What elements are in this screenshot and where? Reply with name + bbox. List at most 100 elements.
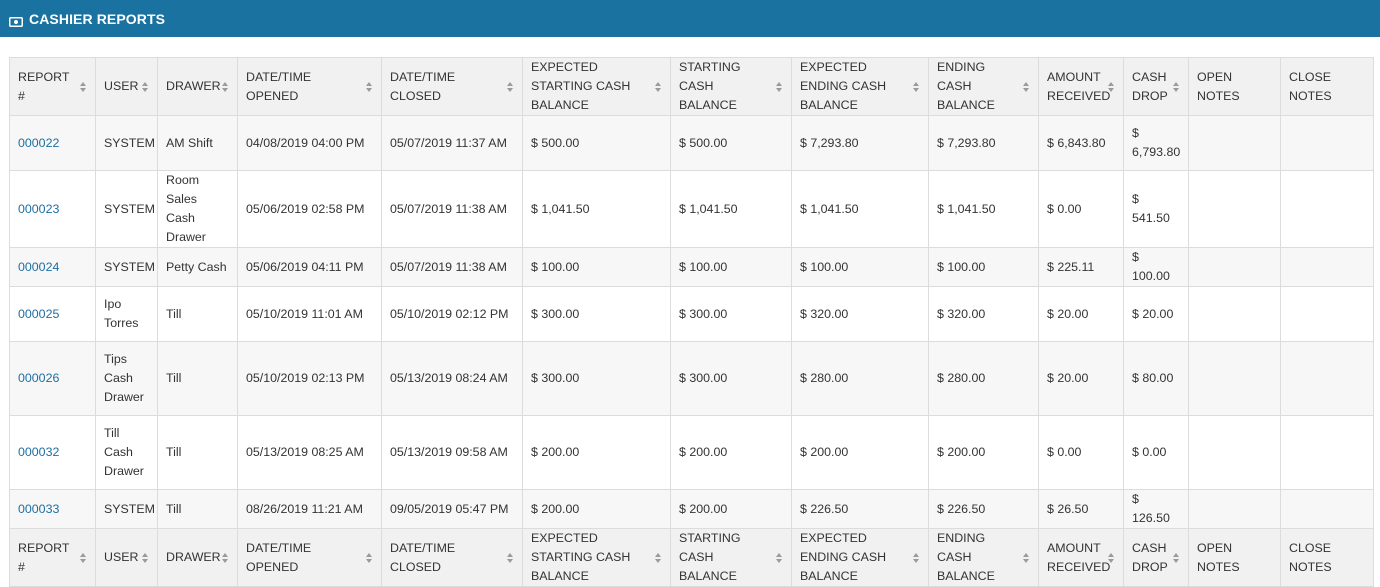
sort-icon <box>776 552 783 563</box>
sort-icon <box>1023 552 1030 563</box>
cashier-reports-table-container: REPORT # USER DRAWER DATE/TIME OPENED DA… <box>9 57 1374 587</box>
cell-report: 000024 <box>9 247 96 287</box>
col-footer-date-closed[interactable]: DATE/TIME CLOSED <box>381 528 523 587</box>
col-footer-amount-received[interactable]: AMOUNT RECEIVED <box>1038 528 1124 587</box>
table-row: 000022 SYSTEM AM Shift 04/08/2019 04:00 … <box>9 115 1374 171</box>
sort-icon <box>222 81 229 92</box>
cell-cash-drop: $ 6,793.80 <box>1123 115 1189 171</box>
cell-expected-ending: $ 200.00 <box>791 415 929 490</box>
cell-starting: $ 300.00 <box>670 341 792 416</box>
sort-icon <box>1023 81 1030 92</box>
col-header-report[interactable]: REPORT # <box>9 57 96 116</box>
cell-close-notes <box>1280 415 1374 490</box>
col-footer-ending[interactable]: ENDING CASH BALANCE <box>928 528 1039 587</box>
cell-user: Till Cash Drawer <box>95 415 158 490</box>
cell-ending: $ 280.00 <box>928 341 1039 416</box>
cell-closed: 05/13/2019 09:58 AM <box>381 415 523 490</box>
report-link[interactable]: 000023 <box>18 202 59 216</box>
sort-icon <box>1108 552 1115 563</box>
cell-amount-received: $ 225.11 <box>1038 247 1124 287</box>
col-footer-starting[interactable]: STARTING CASH BALANCE <box>670 528 792 587</box>
cell-starting: $ 1,041.50 <box>670 170 792 248</box>
table-footer-row: REPORT # USER DRAWER DATE/TIME OPENED DA… <box>9 528 1374 587</box>
cell-drawer: AM Shift <box>157 115 238 171</box>
col-footer-report[interactable]: REPORT # <box>9 528 96 587</box>
cell-opened: 05/10/2019 02:13 PM <box>237 341 382 416</box>
cell-close-notes <box>1280 286 1374 342</box>
cell-starting: $ 200.00 <box>670 415 792 490</box>
col-header-expected-ending[interactable]: EXPECTED ENDING CASH BALANCE <box>791 57 929 116</box>
cell-drawer: Till <box>157 286 238 342</box>
cell-expected-starting: $ 300.00 <box>522 286 671 342</box>
col-footer-drawer[interactable]: DRAWER <box>157 528 238 587</box>
cell-report: 000033 <box>9 489 96 529</box>
cell-open-notes <box>1188 286 1281 342</box>
cell-amount-received: $ 0.00 <box>1038 170 1124 248</box>
cell-cash-drop: $ 126.50 <box>1123 489 1189 529</box>
page-header: CASHIER REPORTS <box>0 0 1380 37</box>
cell-opened: 08/26/2019 11:21 AM <box>237 489 382 529</box>
cell-expected-starting: $ 300.00 <box>522 341 671 416</box>
col-header-amount-received[interactable]: AMOUNT RECEIVED <box>1038 57 1124 116</box>
col-footer-open-notes: OPEN NOTES <box>1188 528 1281 587</box>
table-row: 000025 Ipo Torres Till 05/10/2019 11:01 … <box>9 286 1374 342</box>
col-header-expected-starting[interactable]: EXPECTED STARTING CASH BALANCE <box>522 57 671 116</box>
sort-icon <box>507 552 514 563</box>
report-link[interactable]: 000022 <box>18 136 59 150</box>
cell-amount-received: $ 0.00 <box>1038 415 1124 490</box>
cell-user: Ipo Torres <box>95 286 158 342</box>
cell-opened: 04/08/2019 04:00 PM <box>237 115 382 171</box>
sort-icon <box>913 552 920 563</box>
cell-opened: 05/06/2019 04:11 PM <box>237 247 382 287</box>
cell-ending: $ 7,293.80 <box>928 115 1039 171</box>
col-header-starting[interactable]: STARTING CASH BALANCE <box>670 57 792 116</box>
col-header-ending[interactable]: ENDING CASH BALANCE <box>928 57 1039 116</box>
report-link[interactable]: 000032 <box>18 445 59 459</box>
cell-report: 000022 <box>9 115 96 171</box>
cell-opened: 05/06/2019 02:58 PM <box>237 170 382 248</box>
cell-close-notes <box>1280 115 1374 171</box>
sort-icon <box>366 81 373 92</box>
sort-icon <box>1173 81 1180 92</box>
sort-icon <box>655 552 662 563</box>
col-header-date-closed[interactable]: DATE/TIME CLOSED <box>381 57 523 116</box>
col-footer-user[interactable]: USER <box>95 528 158 587</box>
col-header-user[interactable]: USER <box>95 57 158 116</box>
cell-drawer: Till <box>157 341 238 416</box>
col-footer-cash-drop[interactable]: CASH DROP <box>1123 528 1189 587</box>
report-link[interactable]: 000025 <box>18 307 59 321</box>
cell-ending: $ 1,041.50 <box>928 170 1039 248</box>
cell-amount-received: $ 26.50 <box>1038 489 1124 529</box>
cell-open-notes <box>1188 341 1281 416</box>
cell-user: SYSTEM <box>95 247 158 287</box>
report-link[interactable]: 000024 <box>18 260 59 274</box>
col-header-cash-drop[interactable]: CASH DROP <box>1123 57 1189 116</box>
cell-expected-ending: $ 320.00 <box>791 286 929 342</box>
cell-user: SYSTEM <box>95 115 158 171</box>
cell-drawer: Petty Cash <box>157 247 238 287</box>
col-footer-date-opened[interactable]: DATE/TIME OPENED <box>237 528 382 587</box>
cell-closed: 05/07/2019 11:37 AM <box>381 115 523 171</box>
col-footer-expected-ending[interactable]: EXPECTED ENDING CASH BALANCE <box>791 528 929 587</box>
cell-starting: $ 300.00 <box>670 286 792 342</box>
cashier-reports-table: REPORT # USER DRAWER DATE/TIME OPENED DA… <box>9 57 1374 587</box>
col-footer-expected-starting[interactable]: EXPECTED STARTING CASH BALANCE <box>522 528 671 587</box>
cell-opened: 05/10/2019 11:01 AM <box>237 286 382 342</box>
cell-ending: $ 320.00 <box>928 286 1039 342</box>
cell-ending: $ 200.00 <box>928 415 1039 490</box>
report-link[interactable]: 000026 <box>18 371 59 385</box>
sort-icon <box>655 81 662 92</box>
cell-cash-drop: $ 20.00 <box>1123 286 1189 342</box>
col-header-date-opened[interactable]: DATE/TIME OPENED <box>237 57 382 116</box>
report-link[interactable]: 000033 <box>18 502 59 516</box>
cell-amount-received: $ 20.00 <box>1038 341 1124 416</box>
table-row: 000032 Till Cash Drawer Till 05/13/2019 … <box>9 415 1374 490</box>
sort-icon <box>507 81 514 92</box>
cell-cash-drop: $ 541.50 <box>1123 170 1189 248</box>
cell-close-notes <box>1280 341 1374 416</box>
cell-ending: $ 226.50 <box>928 489 1039 529</box>
sort-icon <box>366 552 373 563</box>
cell-close-notes <box>1280 489 1374 529</box>
col-header-drawer[interactable]: DRAWER <box>157 57 238 116</box>
col-header-open-notes: OPEN NOTES <box>1188 57 1281 116</box>
